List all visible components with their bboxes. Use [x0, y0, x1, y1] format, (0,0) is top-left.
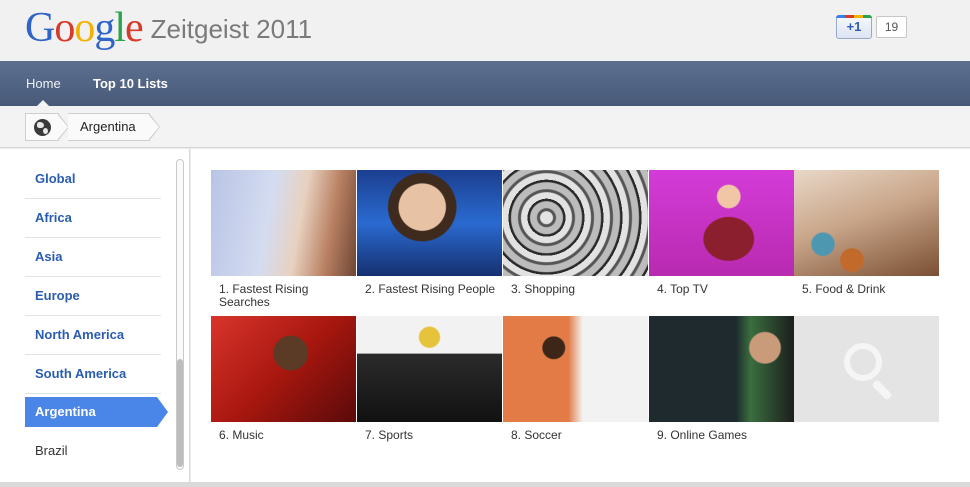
page-title: Zeitgeist 2011 [150, 14, 313, 44]
category-tile[interactable]: 7. Sports [357, 316, 502, 442]
category-caption[interactable]: 6. Music [211, 429, 356, 442]
google-logo: Google [25, 5, 144, 51]
header: Google Zeitgeist 2011 +1 19 [0, 0, 970, 61]
logo-letter: l [114, 5, 126, 51]
sidebar-item-north-america[interactable]: North America [25, 316, 161, 355]
sidebar-item-africa[interactable]: Africa [25, 199, 161, 238]
logo-letter: e [125, 5, 144, 51]
category-tile[interactable]: 1. Fastest Rising Searches [211, 170, 356, 309]
category-grid: 1. Fastest Rising Searches 2. Fastest Ri… [191, 149, 970, 482]
category-tile[interactable]: 9. Online Games [649, 316, 794, 442]
sidebar-scrollbar-thumb[interactable] [177, 359, 183, 467]
category-tile[interactable]: 2. Fastest Rising People [357, 170, 502, 296]
sidebar-item-asia[interactable]: Asia [25, 238, 161, 277]
category-thumbnail[interactable] [211, 316, 356, 422]
category-caption[interactable]: 9. Online Games [649, 429, 794, 442]
nav-top-lists-link[interactable]: Top 10 Lists [93, 76, 168, 91]
plusone-button[interactable]: +1 [836, 15, 872, 39]
nav-home-link[interactable]: Home [26, 76, 61, 91]
region-sidebar: Global Africa Asia Europe North America … [0, 149, 190, 482]
category-tile[interactable]: 4. Top TV [649, 170, 794, 296]
category-caption[interactable]: 5. Food & Drink [794, 283, 939, 296]
category-caption[interactable]: 8. Soccer [503, 429, 648, 442]
breadcrumb-globe-button[interactable] [25, 113, 59, 141]
breadcrumb-end-arrow [148, 113, 160, 141]
page-bottom-edge [0, 482, 970, 487]
category-thumbnail[interactable] [649, 170, 794, 276]
logo-letter: g [94, 5, 115, 51]
category-tile-placeholder [794, 316, 939, 429]
magnifier-handle [871, 379, 893, 401]
category-caption[interactable]: 1. Fastest Rising Searches [211, 283, 356, 309]
nav-bar: Home Top 10 Lists [0, 61, 970, 106]
breadcrumb: Argentina [0, 106, 970, 148]
category-tile[interactable]: 5. Food & Drink [794, 170, 939, 296]
category-thumbnail[interactable] [357, 170, 502, 276]
category-thumbnail[interactable] [503, 170, 648, 276]
category-caption[interactable]: 3. Shopping [503, 283, 648, 296]
breadcrumb-current[interactable]: Argentina [68, 113, 150, 141]
placeholder-thumbnail [794, 316, 939, 422]
logo-letter: o [74, 5, 95, 51]
category-thumbnail[interactable] [649, 316, 794, 422]
category-tile[interactable]: 3. Shopping [503, 170, 648, 296]
sidebar-item-south-america[interactable]: South America [25, 355, 161, 394]
sidebar-item-brazil[interactable]: Brazil [25, 432, 161, 471]
category-thumbnail[interactable] [211, 170, 356, 276]
sidebar-item-europe[interactable]: Europe [25, 277, 161, 316]
globe-icon [34, 119, 51, 136]
category-thumbnail[interactable] [357, 316, 502, 422]
category-tile[interactable]: 8. Soccer [503, 316, 648, 442]
category-caption[interactable]: 2. Fastest Rising People [357, 283, 502, 296]
plusone-count: 19 [876, 16, 907, 38]
logo-letter: o [54, 5, 75, 51]
magnifier-icon [844, 343, 882, 381]
category-thumbnail[interactable] [503, 316, 648, 422]
sidebar-item-global[interactable]: Global [25, 160, 161, 199]
category-caption[interactable]: 7. Sports [357, 429, 502, 442]
google-zeitgeist-logo[interactable]: Google Zeitgeist 2011 [25, 6, 312, 50]
sidebar-item-argentina[interactable]: Argentina [25, 397, 168, 427]
category-tile[interactable]: 6. Music [211, 316, 356, 442]
category-caption[interactable]: 4. Top TV [649, 283, 794, 296]
category-thumbnail[interactable] [794, 170, 939, 276]
logo-letter: G [25, 5, 55, 51]
